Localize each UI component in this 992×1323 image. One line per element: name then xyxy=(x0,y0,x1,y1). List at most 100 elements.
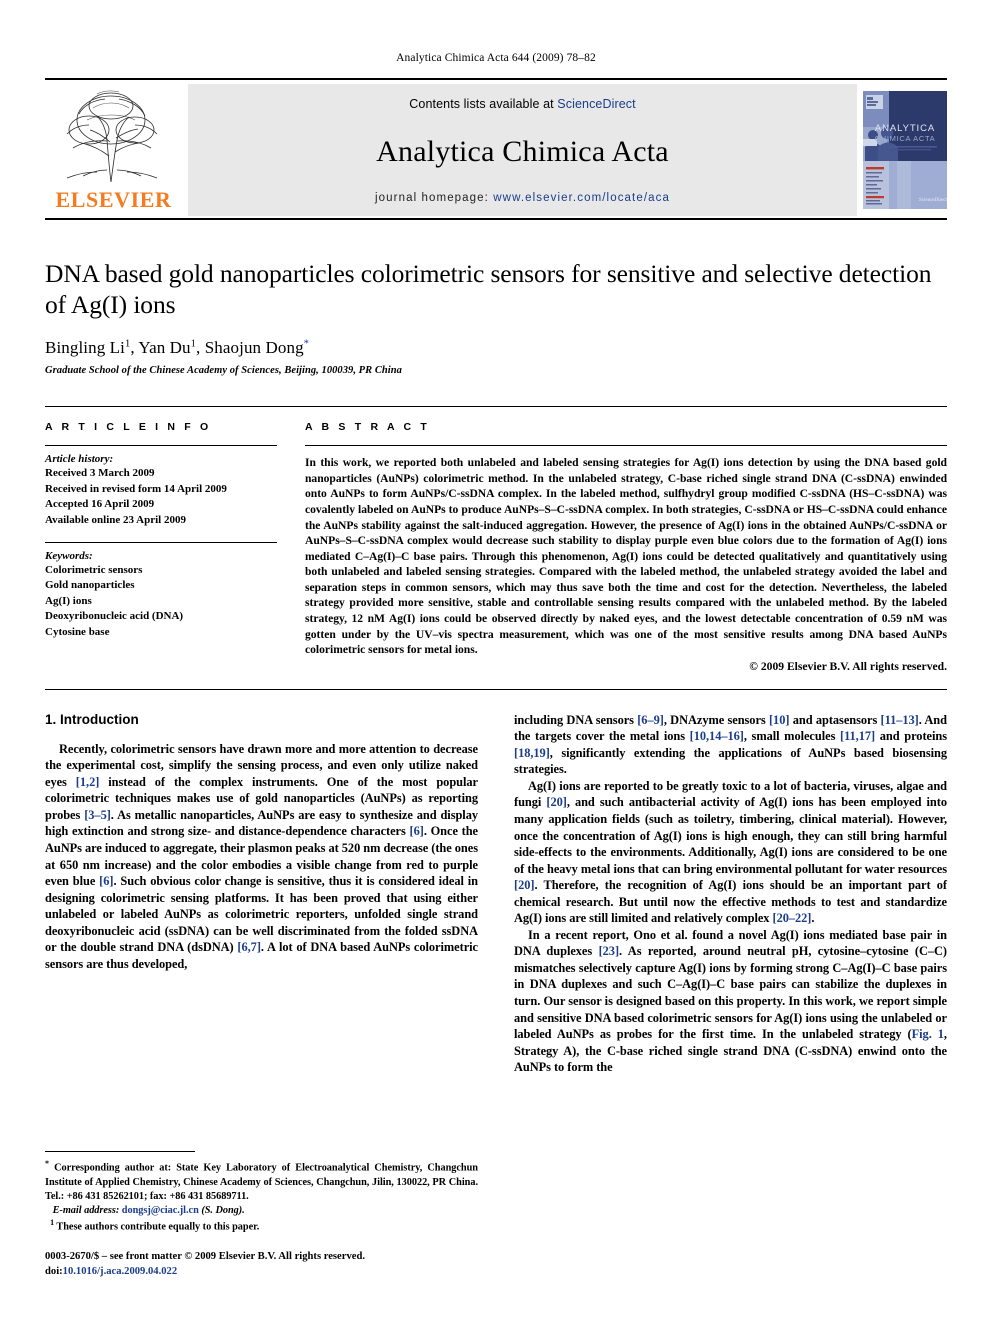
history-received: Received 3 March 2009 xyxy=(45,467,155,480)
article-info-column: A R T I C L E I N F O Article history: R… xyxy=(45,407,277,673)
text-run: . Therefore, the recognition of Ag(I) io… xyxy=(514,878,947,926)
corresponding-author-mark: * xyxy=(303,338,310,350)
body-column-left: 1. Introduction Recently, colorimetric s… xyxy=(45,712,478,1076)
body-column-right: including DNA sensors [6–9], DNAzyme sen… xyxy=(514,712,947,1076)
citation-ref[interactable]: [20] xyxy=(514,878,535,892)
journal-masthead: ELSEVIER Contents lists available at Sci… xyxy=(45,78,947,220)
homepage-label: journal homepage: xyxy=(375,192,489,204)
journal-title: Analytica Chimica Acta xyxy=(376,134,669,168)
footnote-equal-text: These authors contribute equally to this… xyxy=(56,1220,260,1232)
article-history-label: Article history: xyxy=(45,453,114,466)
footnote-email-line: E-mail address: dongsj@ciac.jl.cn (S. Do… xyxy=(45,1204,478,1218)
issn-front-matter: 0003-2670/$ – see front matter © 2009 El… xyxy=(45,1250,365,1262)
citation-ref[interactable]: [3–5] xyxy=(84,808,111,822)
author-3-name: Shaojun Dong xyxy=(204,338,304,358)
citation-ref[interactable]: [11,17] xyxy=(840,729,875,743)
masthead-bottom-rule xyxy=(45,218,947,220)
text-run: and aptasensors xyxy=(789,712,881,727)
history-accepted: Accepted 16 April 2009 xyxy=(45,498,155,511)
footnote-equal-contribution: 1 These authors contribute equally to th… xyxy=(45,1218,478,1234)
paragraph-intro-right-2: Ag(I) ions are reported to be greatly to… xyxy=(514,778,947,927)
keywords-group: Keywords: Colorimetric sensors Gold nano… xyxy=(45,543,277,654)
body-top-rule xyxy=(45,688,947,690)
keyword-item: Gold nanoparticles xyxy=(45,579,135,592)
footnote-block: * Corresponding author at: State Key Lab… xyxy=(45,1151,478,1279)
text-run: , small molecules xyxy=(743,729,840,744)
imprint-block: 0003-2670/$ – see front matter © 2009 El… xyxy=(45,1249,478,1279)
footnote-corresponding-text: Corresponding author at: State Key Labor… xyxy=(45,1162,478,1202)
paragraph-intro-left: Recently, colorimetric sensors have draw… xyxy=(45,741,478,973)
info-abstract-region: A R T I C L E I N F O Article history: R… xyxy=(45,406,947,673)
keywords-label: Keywords: xyxy=(45,549,93,562)
abstract-text: In this work, we reported both unlabeled… xyxy=(305,456,947,657)
history-online: Available online 23 April 2009 xyxy=(45,514,186,527)
journal-article-page: Analytica Chimica Acta 644 (2009) 78–82 xyxy=(0,0,992,1323)
citation-ref[interactable]: [6] xyxy=(410,824,424,838)
journal-cover-thumbnail: ANALYTICA CHIMICA ACTA ScienceDirect xyxy=(863,91,947,209)
article-info-heading: A R T I C L E I N F O xyxy=(45,421,212,434)
author-2-mark: 1 xyxy=(190,338,197,350)
citation-ref[interactable]: [6] xyxy=(99,874,113,888)
text-run: , significantly extending the applicatio… xyxy=(514,745,947,777)
paragraph-intro-right-1: including DNA sensors [6–9], DNAzyme sen… xyxy=(514,712,947,778)
journal-band: Contents lists available at ScienceDirec… xyxy=(188,84,857,216)
author-1-name: Bingling Li xyxy=(45,338,125,358)
author-1-mark: 1 xyxy=(124,338,131,350)
email-suffix: (S. Dong). xyxy=(201,1204,245,1216)
svg-text:ScienceDirect: ScienceDirect xyxy=(919,198,947,203)
citation-ref[interactable]: [6,7] xyxy=(237,940,261,954)
doi-label: doi: xyxy=(45,1265,63,1277)
sciencedirect-link[interactable]: ScienceDirect xyxy=(557,97,635,111)
svg-text:CHIMICA ACTA: CHIMICA ACTA xyxy=(875,134,936,143)
text-run: and proteins xyxy=(875,729,947,744)
keyword-item: Colorimetric sensors xyxy=(45,563,143,576)
elsevier-wordmark: ELSEVIER xyxy=(55,187,172,212)
abstract-heading: A B S T R A C T xyxy=(305,421,430,434)
author-2-name: Yan Du xyxy=(138,338,191,358)
citation-ref[interactable]: [20] xyxy=(546,795,567,809)
footnote-rule xyxy=(45,1151,195,1153)
citation-ref[interactable]: [23] xyxy=(599,944,620,958)
footnote-corresponding-author: * Corresponding author at: State Key Lab… xyxy=(45,1159,478,1203)
doi-line: doi:10.1016/j.aca.2009.04.022 xyxy=(45,1264,478,1279)
affiliation: Graduate School of the Chinese Academy o… xyxy=(45,365,402,377)
footnote-star-mark: * xyxy=(45,1159,49,1169)
text-run: . xyxy=(811,911,815,926)
citation-ref[interactable]: [10,14–16] xyxy=(690,729,744,743)
svg-text:ANALYTICA: ANALYTICA xyxy=(875,123,935,134)
contents-available-line: Contents lists available at ScienceDirec… xyxy=(409,97,635,111)
citation-ref[interactable]: [6–9] xyxy=(637,713,664,727)
email-link[interactable]: dongsj@ciac.jl.cn xyxy=(122,1205,199,1216)
footnote-one-mark: 1 xyxy=(50,1217,55,1227)
contents-prefix: Contents lists available at xyxy=(409,97,558,111)
homepage-url-link[interactable]: www.elsevier.com/locate/aca xyxy=(493,192,670,204)
journal-homepage-line: journal homepage: www.elsevier.com/locat… xyxy=(375,192,670,204)
citation-ref[interactable]: [11–13] xyxy=(881,713,919,727)
article-history-group: Article history: Received 3 March 2009 R… xyxy=(45,446,277,541)
page-title: DNA based gold nanoparticles colorimetri… xyxy=(45,259,932,320)
section-number: 1. xyxy=(45,711,57,727)
email-label: E-mail address: xyxy=(52,1204,120,1216)
text-run: including DNA sensors xyxy=(514,712,638,727)
citation-ref[interactable]: [18,19] xyxy=(514,746,550,760)
citation-ref[interactable]: [10] xyxy=(769,713,790,727)
elsevier-logo: ELSEVIER xyxy=(45,84,182,216)
citation-ref[interactable]: [1,2] xyxy=(76,775,100,789)
title-block: DNA based gold nanoparticles colorimetri… xyxy=(45,258,947,376)
keyword-item: Cytosine base xyxy=(45,626,110,639)
text-run: , DNAzyme sensors xyxy=(663,712,769,727)
running-head: Analytica Chimica Acta 644 (2009) 78–82 xyxy=(396,52,596,64)
section-title-text: Introduction xyxy=(60,711,139,727)
citation-ref[interactable]: [20–22] xyxy=(773,911,812,925)
body-columns: 1. Introduction Recently, colorimetric s… xyxy=(45,712,947,1076)
keyword-item: Ag(I) ions xyxy=(45,594,92,607)
figure-ref[interactable]: Fig. 1 xyxy=(912,1027,944,1041)
keyword-item: Deoxyribonucleic acid (DNA) xyxy=(45,610,184,623)
abstract-column: A B S T R A C T In this work, we reporte… xyxy=(305,407,947,673)
history-revised: Received in revised form 14 April 2009 xyxy=(45,482,227,495)
paragraph-intro-right-3: In a recent report, Ono et al. found a n… xyxy=(514,927,947,1076)
abstract-copyright: © 2009 Elsevier B.V. All rights reserved… xyxy=(749,659,947,673)
section-heading-introduction: 1. Introduction xyxy=(45,712,478,727)
author-list: Bingling Li1, Yan Du1, Shaojun Dong* xyxy=(45,338,310,358)
doi-link[interactable]: 10.1016/j.aca.2009.04.022 xyxy=(63,1266,177,1277)
